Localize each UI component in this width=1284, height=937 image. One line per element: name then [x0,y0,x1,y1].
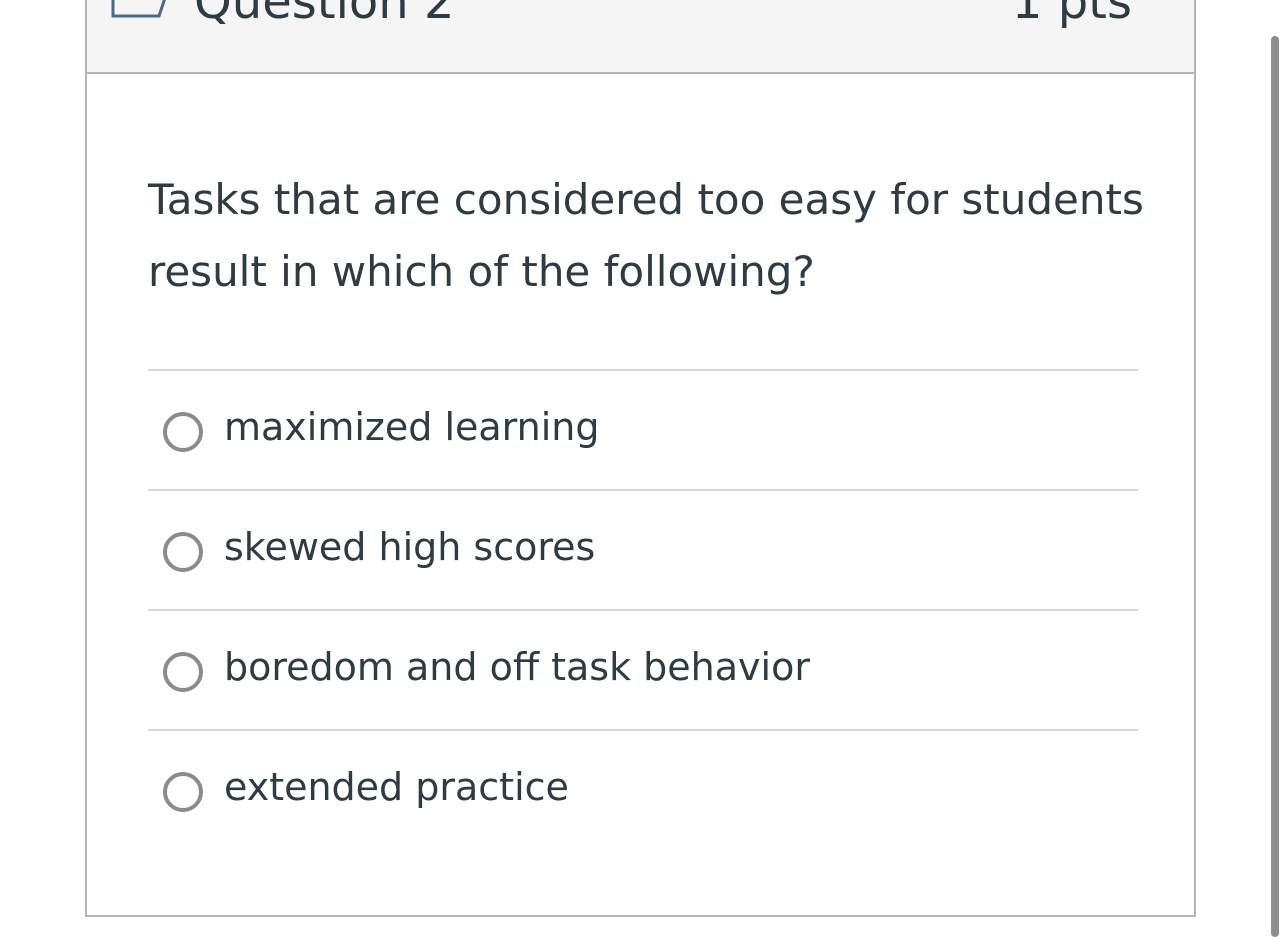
answer-label[interactable]: skewed high scores [224,523,595,571]
answer-option[interactable]: extended practice [148,729,1138,849]
flag-icon[interactable] [111,0,171,18]
question-card: Question 2 1 pts Tasks that are consider… [85,0,1196,917]
answer-option[interactable]: boredom and off task behavior [148,609,1138,729]
question-header: Question 2 1 pts [87,0,1194,74]
radio-button[interactable] [163,532,203,572]
radio-button[interactable] [163,412,203,452]
answer-option[interactable]: skewed high scores [148,489,1138,609]
scrollbar[interactable] [1268,0,1284,937]
answer-option[interactable]: maximized learning [148,369,1138,489]
question-points: 1 pts [1011,0,1132,30]
answer-list: maximized learning skewed high scores bo… [148,369,1138,849]
question-title: Question 2 [194,0,455,30]
answer-label[interactable]: extended practice [224,763,569,811]
radio-button[interactable] [163,652,203,692]
question-text: Tasks that are considered too easy for s… [148,175,1144,296]
answer-label[interactable]: boredom and off task behavior [224,643,810,691]
answer-label[interactable]: maximized learning [224,403,599,451]
radio-button[interactable] [163,772,203,812]
scrollbar-thumb[interactable] [1271,36,1279,937]
